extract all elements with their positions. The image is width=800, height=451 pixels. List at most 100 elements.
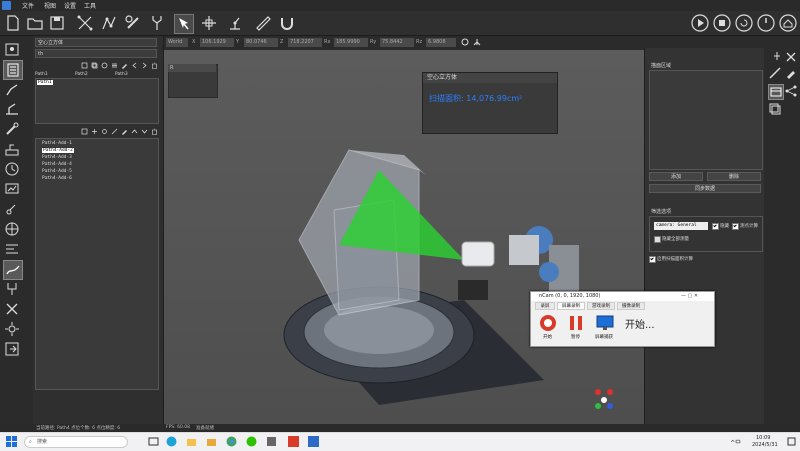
sync-data-button[interactable]: 同步数据	[649, 184, 761, 193]
close-icon[interactable]	[784, 50, 796, 62]
x-field[interactable]: 106.1929	[200, 38, 234, 47]
ncam-tab-screen[interactable]: 屏幕录制	[557, 302, 585, 310]
robot-tool-icon[interactable]	[3, 40, 21, 58]
power-icon[interactable]	[756, 13, 776, 33]
region-list[interactable]	[649, 70, 763, 170]
new-file-icon[interactable]	[4, 14, 22, 32]
tool-link-icon[interactable]	[124, 14, 142, 32]
add-region-button[interactable]: 添加	[649, 172, 703, 181]
tree-item[interactable]: Path4-Add-6	[42, 176, 72, 181]
play-icon[interactable]	[690, 13, 710, 33]
tool-select[interactable]: th	[35, 49, 157, 58]
open-folder-icon[interactable]	[26, 14, 44, 32]
frame-mode-select[interactable]: World	[166, 38, 188, 47]
insert-point-icon[interactable]	[91, 128, 98, 135]
add-path-icon[interactable]	[81, 62, 88, 69]
calibration-icon[interactable]	[3, 320, 21, 338]
path-graph-icon[interactable]	[100, 14, 118, 32]
list-icon[interactable]	[111, 62, 118, 69]
robot-arm-icon[interactable]	[226, 14, 244, 32]
record-start-icon[interactable]	[539, 314, 557, 332]
path-list-item[interactable]: Path1	[37, 80, 53, 85]
target-icon[interactable]	[460, 37, 470, 47]
edit-icon[interactable]	[121, 62, 128, 69]
move-up-icon[interactable]	[131, 128, 138, 135]
scan-region-icon[interactable]	[768, 84, 784, 100]
tree-item[interactable]: Path4-Add-5	[42, 169, 72, 174]
path-col-3[interactable]: Path3	[115, 72, 128, 77]
z-field[interactable]: 718.2207	[288, 38, 322, 47]
hide-all-checkbox[interactable]	[654, 236, 661, 243]
robot-app-icon[interactable]	[308, 436, 319, 447]
enable-area-checkbox[interactable]	[649, 256, 656, 263]
path-col-2[interactable]: Path2	[75, 72, 88, 77]
path-col-1[interactable]: Path1	[35, 72, 48, 77]
prev-icon[interactable]	[131, 62, 138, 69]
fork-tool-icon[interactable]	[148, 14, 166, 32]
refresh-icon[interactable]	[101, 62, 108, 69]
task-view-icon[interactable]	[148, 436, 159, 447]
tree-item[interactable]: Path4-Add-3	[42, 155, 72, 160]
align-icon[interactable]	[3, 240, 21, 258]
move-tool-icon[interactable]	[200, 14, 218, 32]
copy-path-icon[interactable]	[91, 62, 98, 69]
menu-settings[interactable]: 设置	[64, 1, 76, 10]
document-list-icon[interactable]	[3, 60, 23, 80]
next-icon[interactable]	[141, 62, 148, 69]
move-down-icon[interactable]	[141, 128, 148, 135]
joint-config-icon[interactable]	[3, 200, 21, 218]
graph-nodes-icon[interactable]	[784, 84, 798, 98]
tree-item-selected[interactable]: Path4-Add-2	[42, 148, 74, 153]
hide-checkbox[interactable]	[712, 223, 719, 230]
tree-item[interactable]: Path4-Add-1	[42, 141, 72, 146]
file-explorer-icon[interactable]	[186, 436, 197, 447]
ncam-tab-record[interactable]: 录屏	[535, 302, 555, 310]
axis-icon[interactable]	[472, 37, 482, 47]
taskbar-search[interactable]: ⌕ 搜索	[24, 436, 128, 448]
delete-path-icon[interactable]	[151, 62, 158, 69]
menu-tools[interactable]: 工具	[84, 1, 96, 10]
object-select[interactable]: 空心立方体	[35, 38, 157, 47]
app-icon[interactable]	[266, 436, 277, 447]
ncam-tab-game[interactable]: 游戏录制	[587, 302, 615, 310]
arm-pose-icon[interactable]	[3, 80, 21, 98]
edit-point-icon[interactable]	[121, 128, 128, 135]
menu-file[interactable]: 文件	[22, 1, 34, 10]
screen-capture-icon[interactable]	[595, 314, 615, 332]
path-cross-icon[interactable]	[76, 14, 94, 32]
window-controls-icon[interactable]: — ▢ ✕	[681, 293, 711, 300]
3d-viewport[interactable]: R 空心立方体 扫描面积: 14,076.99cm²	[164, 50, 644, 424]
arm-joint-icon[interactable]	[3, 100, 21, 118]
add-point-icon[interactable]	[81, 128, 88, 135]
ruler-icon[interactable]	[254, 14, 272, 32]
export-icon[interactable]	[3, 340, 21, 358]
ry-field[interactable]: 75.8442	[380, 38, 414, 47]
menu-view[interactable]: 视图	[44, 1, 56, 10]
collision-icon[interactable]	[3, 300, 21, 318]
tray-icons[interactable]	[730, 436, 750, 447]
robot-gripper-icon[interactable]	[3, 280, 21, 298]
laser-tool-icon[interactable]	[768, 66, 782, 80]
link-point-icon[interactable]	[111, 128, 118, 135]
pin-icon[interactable]	[770, 50, 780, 60]
ncam-tab-camera[interactable]: 摄像录制	[617, 302, 645, 310]
stop-icon[interactable]	[712, 13, 732, 33]
crosshair-icon[interactable]	[3, 220, 21, 238]
wechat-icon[interactable]	[246, 436, 257, 447]
wps-icon[interactable]	[288, 436, 299, 447]
target-point-icon[interactable]	[101, 128, 108, 135]
delete-point-icon[interactable]	[151, 128, 158, 135]
notification-icon[interactable]	[786, 436, 797, 447]
rx-field[interactable]: 185.9990	[334, 38, 368, 47]
tree-item[interactable]: Path4-Add-4	[42, 162, 72, 167]
rz-field[interactable]: 6.9808	[426, 38, 456, 47]
measure-checkbox[interactable]	[732, 223, 739, 230]
chrome-icon[interactable]	[226, 436, 237, 447]
robot-cell-icon[interactable]	[3, 140, 21, 158]
tool-wrench-icon[interactable]	[3, 120, 21, 138]
magnet-icon[interactable]	[278, 14, 296, 32]
layers-icon[interactable]	[768, 102, 782, 116]
timing-icon[interactable]	[3, 160, 21, 178]
folder-icon[interactable]	[206, 436, 217, 447]
monitor-chart-icon[interactable]	[3, 180, 21, 198]
